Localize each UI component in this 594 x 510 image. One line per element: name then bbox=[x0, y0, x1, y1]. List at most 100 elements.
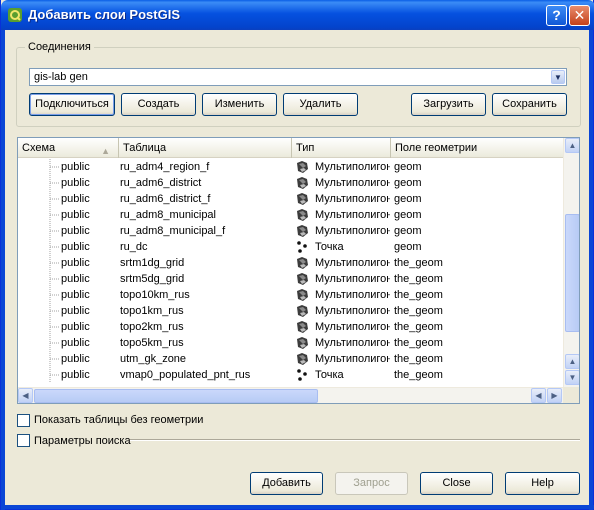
cell-type: Мультиполигон bbox=[315, 257, 390, 269]
table-row[interactable]: public topo5km_rus Мультиполигон the_geom bbox=[18, 335, 563, 351]
cell-geometry-column: the_geom bbox=[394, 305, 443, 317]
multipolygon-icon bbox=[295, 224, 309, 238]
cell-geometry-column: the_geom bbox=[394, 257, 443, 269]
table-row[interactable]: public topo10km_rus Мультиполигон the_geom bbox=[18, 287, 563, 303]
column-label-type: Тип bbox=[296, 142, 315, 154]
help-title-button[interactable]: ? bbox=[546, 5, 567, 26]
cell-geometry-column: geom bbox=[394, 225, 422, 237]
horizontal-scroll-thumb[interactable] bbox=[34, 389, 318, 403]
table-row[interactable]: public ru_adm6_district Мультиполигон geom bbox=[18, 175, 563, 191]
table-body: public ru_adm4_region_f Мультиполигон geomp… bbox=[18, 159, 563, 387]
title-bar[interactable]: Добавить слои PostGIS ? ✕ bbox=[1, 0, 594, 30]
multipolygon-icon bbox=[295, 304, 309, 318]
tree-connector bbox=[49, 239, 59, 255]
add-button[interactable]: Добавить bbox=[250, 472, 323, 495]
cell-table: ru_adm6_district_f bbox=[120, 193, 211, 205]
cell-table: vmap0_populated_pnt_rus bbox=[120, 369, 251, 381]
cell-table: ru_adm8_municipal_f bbox=[120, 225, 226, 237]
load-button[interactable]: Загрузить bbox=[411, 93, 486, 116]
connect-button[interactable]: Подключиться bbox=[29, 93, 115, 116]
table-row[interactable]: public ru_dc Точка geom bbox=[18, 239, 563, 255]
save-button[interactable]: Сохранить bbox=[492, 93, 567, 116]
cell-schema: public bbox=[61, 337, 90, 349]
cell-schema: public bbox=[61, 305, 90, 317]
delete-button[interactable]: Удалить bbox=[283, 93, 358, 116]
multipolygon-icon bbox=[295, 288, 309, 302]
column-header-schema[interactable]: Схема ▲ bbox=[18, 138, 119, 158]
postgis-dialog: Добавить слои PostGIS ? ✕ Соединения gis… bbox=[0, 0, 594, 510]
cell-table: utm_gk_zone bbox=[120, 353, 187, 365]
show-no-geometry-label[interactable]: Показать таблицы без геометрии bbox=[34, 414, 203, 426]
cell-table: ru_adm8_municipal bbox=[120, 209, 216, 221]
column-header-type[interactable]: Тип bbox=[292, 138, 391, 158]
scroll-down-icon[interactable]: ▼ bbox=[565, 370, 579, 385]
create-button[interactable]: Создать bbox=[121, 93, 196, 116]
connections-group-title: Соединения bbox=[25, 41, 94, 53]
cell-type: Мультиполигон bbox=[315, 273, 390, 285]
help-button[interactable]: Help bbox=[505, 472, 580, 495]
cell-type: Мультиполигон bbox=[315, 177, 390, 189]
tree-connector bbox=[49, 351, 59, 367]
point-icon bbox=[295, 240, 309, 254]
table-row[interactable]: public topo1km_rus Мультиполигон the_geom bbox=[18, 303, 563, 319]
cell-type: Мультиполигон bbox=[315, 193, 390, 205]
qgis-app-icon bbox=[8, 8, 22, 22]
scroll-right-icon[interactable]: ▶ bbox=[547, 388, 562, 403]
cell-type: Мультиполигон bbox=[315, 161, 390, 173]
cell-geometry-column: geom bbox=[394, 177, 422, 189]
cell-schema: public bbox=[61, 225, 90, 237]
cell-schema: public bbox=[61, 289, 90, 301]
cell-type: Мультиполигон bbox=[315, 321, 390, 333]
table-row[interactable]: public ru_adm6_district_f Мультиполигон geo… bbox=[18, 191, 563, 207]
tree-connector bbox=[49, 223, 59, 239]
tree-connector bbox=[49, 159, 59, 175]
chevron-down-icon[interactable]: ▼ bbox=[551, 70, 565, 84]
table-row[interactable]: public vmap0_populated_pnt_rus Точка the_ge… bbox=[18, 367, 563, 383]
vertical-scrollbar[interactable]: ▲ ▲ ▼ bbox=[563, 138, 579, 387]
cell-type: Точка bbox=[315, 369, 344, 381]
column-header-table[interactable]: Таблица bbox=[119, 138, 292, 158]
tree-connector bbox=[49, 271, 59, 287]
cell-geometry-column: geom bbox=[394, 209, 422, 221]
show-no-geometry-checkbox[interactable] bbox=[17, 414, 30, 427]
table-row[interactable]: public srtm1dg_grid Мультиполигон the_geom bbox=[18, 255, 563, 271]
table-row[interactable]: public ru_adm8_municipal_f Мультиполигон ge… bbox=[18, 223, 563, 239]
horizontal-scrollbar[interactable]: ◀ ◀ ▶ bbox=[18, 387, 563, 403]
scroll-up-icon[interactable]: ▲ bbox=[565, 354, 579, 369]
table-row[interactable]: public ru_adm4_region_f Мультиполигон geom bbox=[18, 159, 563, 175]
search-options-label[interactable]: Параметры поиска bbox=[34, 435, 131, 447]
table-row[interactable]: public utm_gk_zone Мультиполигон the_geom bbox=[18, 351, 563, 367]
close-button[interactable]: Close bbox=[420, 472, 493, 495]
point-icon bbox=[295, 368, 309, 382]
cell-schema: public bbox=[61, 353, 90, 365]
cell-schema: public bbox=[61, 193, 90, 205]
scroll-left-icon[interactable]: ◀ bbox=[531, 388, 546, 403]
table-row[interactable]: public ru_adm8_municipal Мультиполигон geom bbox=[18, 207, 563, 223]
cell-geometry-column: geom bbox=[394, 241, 422, 253]
layers-table[interactable]: Схема ▲ Таблица Тип Поле геометрии publi… bbox=[17, 137, 580, 404]
column-header-geometry[interactable]: Поле геометрии bbox=[391, 138, 563, 158]
connection-select[interactable]: gis-lab gen ▼ bbox=[29, 68, 567, 86]
table-row[interactable]: public topo2km_rus Мультиполигон the_geom bbox=[18, 319, 563, 335]
scroll-up-icon[interactable]: ▲ bbox=[565, 138, 579, 153]
tree-connector bbox=[49, 367, 59, 383]
table-row[interactable]: public srtm5dg_grid Мультиполигон the_geom bbox=[18, 271, 563, 287]
sort-ascending-icon: ▲ bbox=[101, 146, 110, 156]
edit-button[interactable]: Изменить bbox=[202, 93, 277, 116]
cell-type: Мультиполигон bbox=[315, 353, 390, 365]
tree-connector bbox=[49, 303, 59, 319]
close-title-button[interactable]: ✕ bbox=[569, 5, 590, 26]
scroll-left-icon[interactable]: ◀ bbox=[18, 388, 33, 403]
multipolygon-icon bbox=[295, 256, 309, 270]
window-title: Добавить слои PostGIS bbox=[28, 7, 181, 22]
cell-schema: public bbox=[61, 321, 90, 333]
vertical-scroll-thumb[interactable] bbox=[565, 214, 579, 332]
cell-geometry-column: the_geom bbox=[394, 369, 443, 381]
multipolygon-icon bbox=[295, 192, 309, 206]
query-button[interactable]: Запрос bbox=[335, 472, 408, 495]
cell-type: Точка bbox=[315, 241, 344, 253]
cell-geometry-column: the_geom bbox=[394, 353, 443, 365]
cell-table: topo5km_rus bbox=[120, 337, 184, 349]
column-label-schema: Схема bbox=[22, 142, 56, 154]
search-options-checkbox[interactable] bbox=[17, 434, 30, 447]
